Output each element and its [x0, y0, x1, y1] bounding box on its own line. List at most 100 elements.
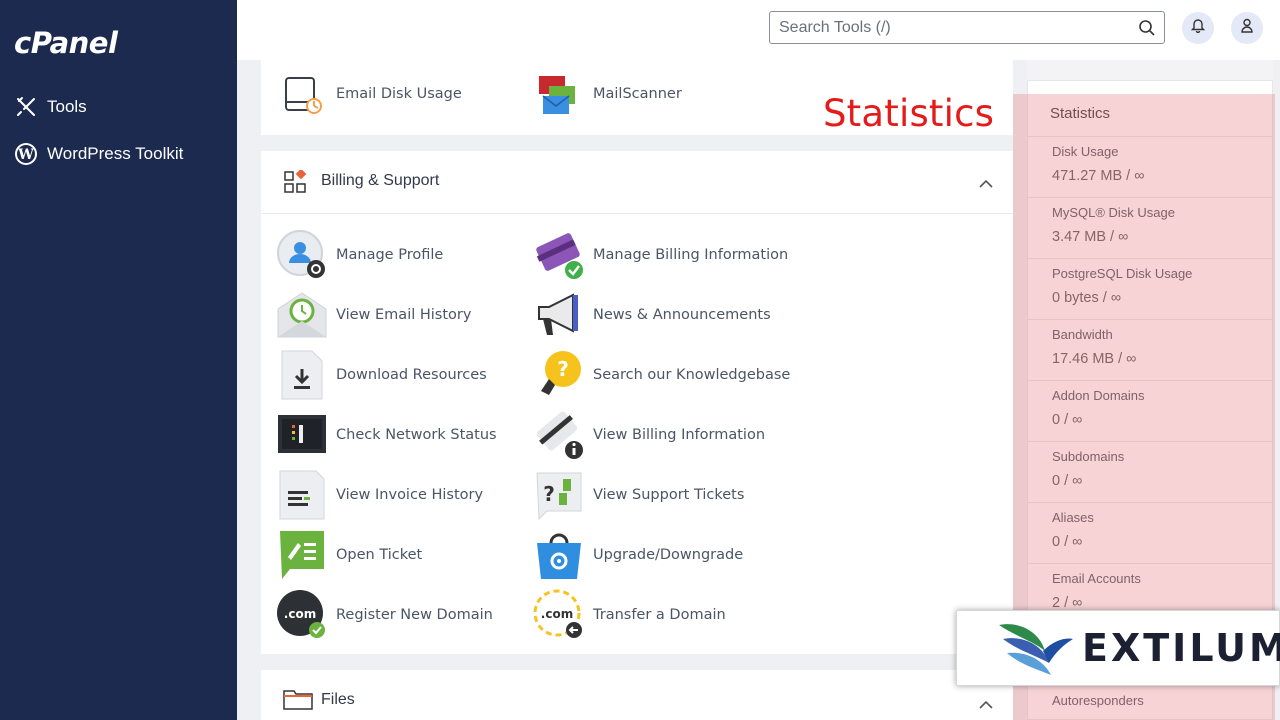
lightbulb-question-icon: ?: [533, 349, 585, 401]
tool-download-resources[interactable]: Download Resources: [276, 349, 487, 401]
svg-text:.com: .com: [541, 607, 573, 621]
watermark-text: EXTILUM: [1082, 626, 1280, 670]
card-info-icon: [533, 409, 585, 461]
tool-upgrade-downgrade[interactable]: Upgrade/Downgrade: [533, 529, 743, 581]
tool-mailscanner[interactable]: MailScanner: [533, 68, 682, 120]
stat-label: Disk Usage: [1052, 144, 1119, 159]
tool-view-email-history[interactable]: View Email History: [276, 289, 471, 341]
files-section: Files: [261, 670, 1013, 720]
chevron-up-icon[interactable]: [979, 175, 993, 193]
tool-view-invoice-history[interactable]: View Invoice History: [276, 469, 483, 521]
chevron-up-icon[interactable]: [979, 696, 993, 714]
section-header[interactable]: Billing & Support: [261, 151, 1013, 214]
statistics-title: Statistics: [1050, 105, 1111, 122]
stat-label: Subdomains: [1052, 449, 1125, 464]
topbar: [237, 0, 1280, 60]
megaphone-icon: [533, 289, 585, 341]
tool-label: Open Ticket: [336, 547, 423, 563]
stat-row[interactable]: PostgreSQL Disk Usage 0 bytes / ∞: [1028, 258, 1274, 319]
tools-icon: [14, 95, 38, 119]
stat-row[interactable]: Addon Domains 0 / ∞: [1028, 380, 1274, 441]
support-ticket-icon: ?: [533, 469, 585, 521]
tool-search-knowledgebase[interactable]: ? Search our Knowledgebase: [533, 349, 790, 401]
folder-icon: [283, 688, 313, 715]
network-status-icon: [276, 409, 328, 461]
tool-email-disk-usage[interactable]: Email Disk Usage: [276, 68, 462, 120]
stat-row[interactable]: MySQL® Disk Usage 3.47 MB / ∞: [1028, 197, 1274, 258]
user-menu-button[interactable]: [1231, 12, 1263, 44]
shopping-bag-gear-icon: [533, 529, 585, 581]
tool-transfer-domain[interactable]: .com Transfer a Domain: [533, 589, 726, 641]
user-icon: [1240, 18, 1254, 38]
domain-transfer-icon: .com: [533, 589, 585, 641]
stat-row[interactable]: Aliases 0 / ∞: [1028, 502, 1274, 563]
tool-label: Email Disk Usage: [336, 86, 462, 102]
notifications-button[interactable]: [1182, 12, 1214, 44]
credit-card-check-icon: [533, 229, 585, 281]
open-ticket-icon: [276, 529, 328, 581]
disk-drive-icon: [276, 68, 328, 120]
search-box[interactable]: [769, 11, 1165, 44]
tool-news-announcements[interactable]: News & Announcements: [533, 289, 771, 341]
stat-row[interactable]: Subdomains 0 / ∞: [1028, 441, 1274, 502]
stat-row[interactable]: Disk Usage 471.27 MB / ∞: [1028, 136, 1274, 197]
tool-label: News & Announcements: [593, 307, 771, 323]
tool-register-new-domain[interactable]: .com Register New Domain: [276, 589, 493, 641]
tool-label: View Email History: [336, 307, 472, 323]
stat-value: 17.46 MB / ∞: [1052, 351, 1137, 367]
search-input[interactable]: [770, 12, 1120, 43]
tool-label: Register New Domain: [336, 607, 493, 623]
svg-text:.com: .com: [284, 607, 316, 621]
section-title: Billing & Support: [321, 172, 440, 189]
tool-label: Check Network Status: [336, 427, 497, 443]
stat-label: Bandwidth: [1052, 327, 1113, 342]
envelope-clock-icon: [276, 289, 328, 341]
stat-value: 0 bytes / ∞: [1052, 290, 1122, 306]
tool-view-billing-information[interactable]: View Billing Information: [533, 409, 765, 461]
cpanel-logo[interactable]: cPanel: [14, 26, 118, 60]
svg-text:?: ?: [557, 357, 569, 381]
search-icon[interactable]: [1138, 19, 1156, 42]
bell-icon: [1190, 18, 1206, 38]
stat-row[interactable]: Bandwidth 17.46 MB / ∞: [1028, 319, 1274, 380]
sidebar-item-label: Tools: [47, 97, 87, 116]
tool-label: Download Resources: [336, 367, 487, 383]
stat-label: MySQL® Disk Usage: [1052, 205, 1175, 220]
stat-label: PostgreSQL Disk Usage: [1052, 266, 1193, 281]
invoice-icon: [276, 469, 328, 521]
statistics-overlay-title: Statistics: [823, 92, 995, 135]
stat-value: 0 / ∞: [1052, 473, 1083, 489]
billing-support-icon: [283, 168, 307, 199]
section-header[interactable]: Files: [261, 670, 1013, 720]
stat-label: Addon Domains: [1052, 388, 1145, 403]
profile-gear-icon: [276, 229, 328, 281]
tool-check-network-status[interactable]: Check Network Status: [276, 409, 497, 461]
sidebar-item-tools[interactable]: Tools: [14, 93, 87, 121]
stat-label: Autoresponders: [1052, 693, 1144, 708]
tool-label: Upgrade/Downgrade: [593, 547, 744, 563]
stat-value: 0 / ∞: [1052, 412, 1083, 428]
svg-text:W: W: [17, 147, 34, 163]
sidebar-item-wordpress-toolkit[interactable]: W WordPress Toolkit: [14, 140, 183, 168]
tool-label: Search our Knowledgebase: [593, 367, 791, 383]
envelopes-icon: [533, 68, 585, 120]
tool-label: Manage Billing Information: [593, 247, 789, 263]
wordpress-icon: W: [14, 142, 38, 166]
tool-label: Transfer a Domain: [593, 607, 726, 623]
stat-label: Aliases: [1052, 510, 1094, 525]
tool-open-ticket[interactable]: Open Ticket: [276, 529, 422, 581]
stat-value: 2 / ∞: [1052, 595, 1083, 611]
tool-view-support-tickets[interactable]: ? View Support Tickets: [533, 469, 744, 521]
tool-label: Manage Profile: [336, 247, 444, 263]
tool-manage-profile[interactable]: Manage Profile: [276, 229, 443, 281]
sidebar-item-label: WordPress Toolkit: [47, 144, 184, 163]
extilum-logo-icon: [999, 624, 1073, 675]
tool-manage-billing-information[interactable]: Manage Billing Information: [533, 229, 788, 281]
tool-label: View Support Tickets: [593, 487, 745, 503]
svg-text:?: ?: [543, 482, 555, 506]
download-document-icon: [276, 349, 328, 401]
tool-label: View Billing Information: [593, 427, 766, 443]
stat-row[interactable]: Autoresponders: [1028, 685, 1274, 720]
stat-value: 3.47 MB / ∞: [1052, 229, 1129, 245]
stat-label: Email Accounts: [1052, 571, 1141, 586]
